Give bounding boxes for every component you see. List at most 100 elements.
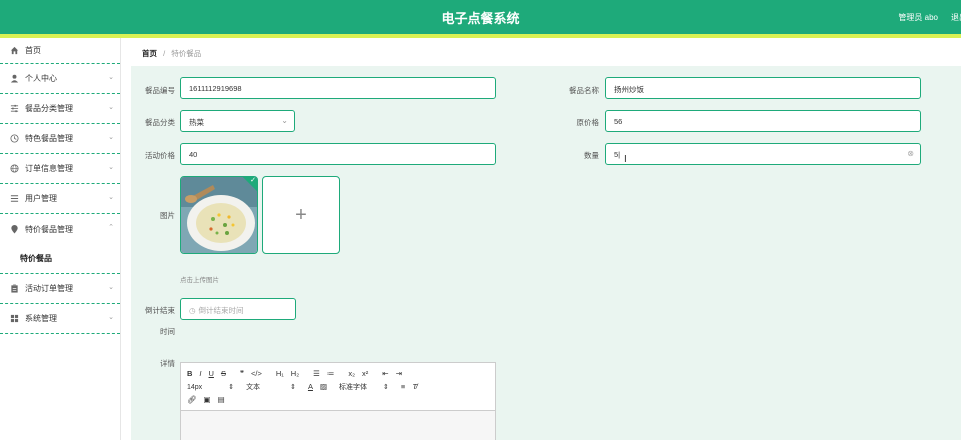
- font-family-value: 标准字体: [339, 383, 368, 391]
- indent-button[interactable]: ⇥: [396, 369, 402, 378]
- list-icon: [10, 194, 19, 203]
- font-size-value: 14px: [187, 383, 203, 391]
- sidebar-item-label: 订单信息管理: [25, 164, 73, 173]
- toolbar-row-3: 🔗︎ ▣ ▤: [187, 393, 489, 406]
- image-icon[interactable]: ▣: [204, 395, 211, 404]
- sidebar-item-label: 系统管理: [25, 314, 57, 323]
- quantity-input[interactable]: 5| ⊗: [605, 143, 921, 165]
- activity-price-label: 活动价格: [145, 151, 175, 160]
- breadcrumb-home[interactable]: 首页: [142, 49, 157, 58]
- fried-rice-image: [181, 177, 257, 253]
- italic-button[interactable]: I: [199, 369, 201, 378]
- countdown-label-line2: 时间: [160, 327, 175, 336]
- code-block-button[interactable]: </>: [251, 369, 262, 378]
- code-value: 1611112919698: [189, 84, 242, 93]
- sidebar-item-special[interactable]: 特价餐品管理 ⌃: [0, 214, 120, 244]
- sidebar-item-label: 餐品分类管理: [25, 104, 73, 113]
- chevron-up-icon: ⌃: [108, 224, 114, 231]
- logout-link[interactable]: 退出: [951, 12, 961, 23]
- globe-icon: [10, 164, 19, 173]
- uploaded-image-thumbnail[interactable]: ✓: [180, 176, 258, 254]
- location-icon: [10, 224, 19, 234]
- blockquote-button[interactable]: ❞: [240, 369, 244, 378]
- upload-hint: 点击上传图片: [180, 277, 219, 284]
- sidebar-subitem-special-dishes[interactable]: 特价餐品: [0, 244, 120, 274]
- sidebar-item-category[interactable]: 餐品分类管理 ⌄: [0, 94, 120, 124]
- sidebar-item-users[interactable]: 用户管理 ⌄: [0, 184, 120, 214]
- name-value: 扬州炒饭: [614, 85, 644, 94]
- sidebar-item-activity-orders[interactable]: 活动订单管理 ⌄: [0, 274, 120, 304]
- sidebar-item-featured[interactable]: 特色餐品管理 ⌄: [0, 124, 120, 154]
- breadcrumb-current: 特价餐品: [171, 49, 202, 58]
- chevron-down-icon: ⌄: [108, 104, 114, 111]
- sidebar-item-label: 特价餐品管理: [25, 224, 73, 234]
- editor-toolbar: B I U S ❞ </> H₁ H₂ ☰ ≔ x₂ x² ⇤ ⇥ 14px ⇕ …: [181, 363, 495, 411]
- chevron-down-icon: ⌄: [108, 284, 114, 291]
- app-title: 电子点餐系统: [441, 11, 520, 26]
- chevron-down-icon: ⌄: [108, 134, 114, 141]
- clear-format-icon[interactable]: T̸: [412, 382, 417, 391]
- sidebar-item-label: 首页: [25, 46, 41, 55]
- sidebar-item-home[interactable]: 首页: [0, 38, 120, 64]
- activity-price-value: 40: [189, 150, 198, 159]
- code-label: 餐品编号: [145, 86, 175, 95]
- background-color-icon[interactable]: ▨: [320, 382, 327, 391]
- superscript-button[interactable]: x²: [362, 369, 368, 378]
- original-price-value: 56: [614, 117, 623, 126]
- sidebar-item-system[interactable]: 系统管理 ⌄: [0, 304, 120, 334]
- breadcrumb: 首页 / 特价餐品: [131, 38, 961, 66]
- bullet-list-button[interactable]: ≔: [327, 369, 335, 378]
- category-select[interactable]: 热菜 ⌄: [180, 110, 295, 132]
- chevron-down-icon: ⌄: [281, 116, 288, 125]
- rich-text-editor[interactable]: B I U S ❞ </> H₁ H₂ ☰ ≔ x₂ x² ⇤ ⇥ 14px ⇕ …: [180, 362, 496, 440]
- font-size-select[interactable]: 14px ⇕: [187, 383, 234, 391]
- countdown-placeholder: 倒计结束时间: [198, 306, 244, 315]
- toolbar-row-1: B I U S ❞ </> H₁ H₂ ☰ ≔ x₂ x² ⇤ ⇥: [187, 367, 489, 380]
- countdown-label: 倒计结束: [145, 306, 175, 315]
- updown-icon: ⇕: [383, 383, 389, 391]
- code-input[interactable]: 1611112919698: [180, 77, 496, 99]
- align-icon[interactable]: ≡: [401, 382, 405, 391]
- upload-image-button[interactable]: +: [262, 176, 340, 254]
- category-label: 餐品分类: [145, 118, 175, 127]
- bold-button[interactable]: B: [187, 369, 192, 378]
- clipboard-icon: [10, 284, 19, 293]
- clear-icon[interactable]: ⊗: [907, 149, 914, 158]
- text-style-select[interactable]: 文本 ⇕: [246, 382, 296, 392]
- video-icon[interactable]: ▤: [218, 395, 225, 404]
- original-price-input[interactable]: 56: [605, 110, 921, 132]
- grid-icon: [10, 314, 19, 323]
- header2-button[interactable]: H₂: [291, 369, 299, 378]
- sidebar-item-orders[interactable]: 订单信息管理 ⌄: [0, 154, 120, 184]
- strike-button[interactable]: S: [221, 369, 226, 378]
- countdown-datetime-picker[interactable]: ◷ 倒计结束时间: [180, 298, 296, 320]
- font-family-select[interactable]: 标准字体 ⇕: [339, 382, 389, 392]
- check-icon: ✓: [250, 177, 256, 184]
- text-caret: |: [618, 150, 621, 159]
- cursor-icon: I: [624, 154, 627, 165]
- breadcrumb-separator: /: [163, 49, 166, 58]
- updown-icon: ⇕: [290, 383, 296, 391]
- underline-button[interactable]: U: [209, 369, 214, 378]
- editor-body[interactable]: [181, 411, 495, 440]
- name-input[interactable]: 扬州炒饭: [605, 77, 921, 99]
- original-price-label: 原价格: [576, 118, 600, 127]
- subscript-button[interactable]: x₂: [348, 369, 355, 378]
- link-icon[interactable]: 🔗︎: [187, 395, 197, 404]
- user-icon: [10, 74, 19, 83]
- activity-price-input[interactable]: 40: [180, 143, 496, 165]
- header1-button[interactable]: H₁: [276, 369, 284, 378]
- sliders-icon: [10, 104, 19, 113]
- sidebar-item-label: 活动订单管理: [25, 284, 73, 293]
- sidebar-item-profile[interactable]: 个人中心 ⌄: [0, 64, 120, 94]
- chevron-down-icon: ⌄: [108, 164, 114, 171]
- ordered-list-button[interactable]: ☰: [313, 369, 320, 378]
- admin-user-label[interactable]: 管理员 abo: [898, 12, 938, 23]
- sidebar: 首页 个人中心 ⌄ 餐品分类管理 ⌄ 特色餐品管理 ⌄ 订单信息管理 ⌄ 用户管…: [0, 38, 121, 440]
- main-content: 首页 / 特价餐品 餐品编号 1611112919698 餐品名称 扬州炒饭 餐…: [131, 38, 961, 440]
- outdent-button[interactable]: ⇤: [382, 369, 388, 378]
- details-label: 详情: [160, 359, 175, 368]
- chevron-down-icon: ⌄: [108, 314, 114, 321]
- name-label: 餐品名称: [569, 86, 599, 95]
- text-color-icon[interactable]: A: [308, 382, 313, 391]
